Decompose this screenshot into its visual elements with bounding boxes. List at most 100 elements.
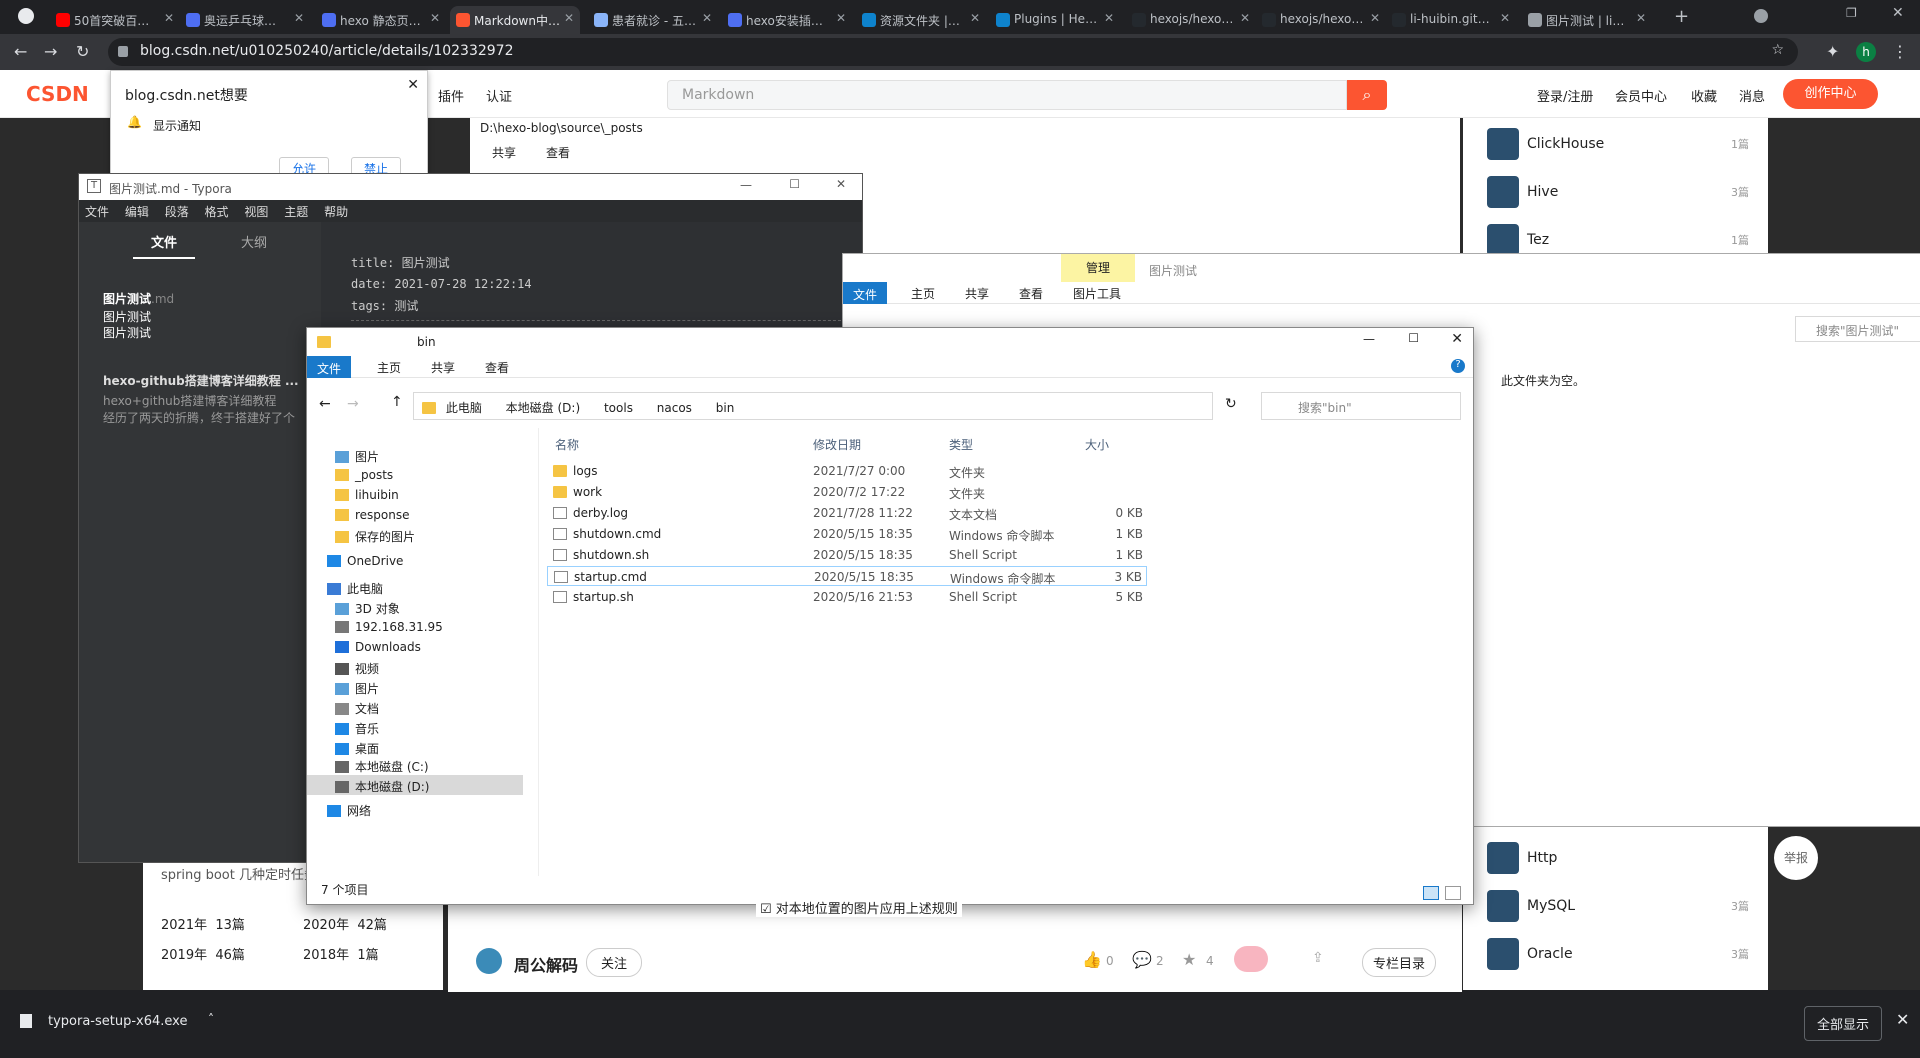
nav-item[interactable]: 音乐 — [335, 720, 379, 737]
breadcrumb-bin[interactable]: bin — [716, 401, 735, 415]
nav-item[interactable]: 图片 — [335, 680, 379, 697]
typora-menu-format[interactable]: 格式 — [205, 205, 229, 219]
typora-menu-help[interactable]: 帮助 — [324, 205, 348, 219]
tab-close-icon[interactable]: ✕ — [1104, 11, 1114, 25]
manage-tab[interactable]: 管理 — [1061, 254, 1135, 282]
tag-item[interactable]: Oracle 3篇 — [1487, 938, 1757, 970]
nav-item[interactable]: 此电脑 — [327, 580, 383, 597]
file-item[interactable]: 图片测试 — [103, 324, 151, 341]
file-row[interactable]: shutdown.cmd 2020/5/15 18:35 Windows 命令脚本 1… — [547, 524, 1147, 544]
author-name[interactable]: 周公解码 — [514, 952, 578, 976]
explorer-address-bar[interactable]: 此电脑 本地磁盘 (D:) tools nacos bin — [413, 392, 1213, 420]
browser-tab[interactable]: li-huibin.git… ✕ — [1386, 6, 1516, 34]
nav-back-icon[interactable]: ← — [319, 396, 331, 412]
column-type[interactable]: 类型 — [949, 436, 973, 453]
file-row[interactable]: work 2020/7/2 17:22 文件夹 — [547, 482, 1147, 502]
vip-link[interactable]: 会员中心 — [1615, 86, 1667, 105]
favorites-link[interactable]: 收藏 — [1691, 86, 1717, 105]
typora-menu-view[interactable]: 视图 — [244, 205, 268, 219]
explorer-tab-home[interactable]: 主页 — [377, 359, 401, 376]
tab-close-icon[interactable]: ✕ — [1240, 11, 1250, 25]
profile-avatar[interactable]: h — [1856, 42, 1876, 62]
browser-tab[interactable]: Markdown中… ✕ — [450, 6, 580, 34]
nav-item[interactable]: 保存的图片 — [335, 528, 415, 545]
column-name[interactable]: 名称 — [555, 436, 579, 453]
nav-certify[interactable]: 认证 — [486, 86, 512, 105]
refresh-icon[interactable]: ↻ — [1225, 396, 1237, 412]
archive-2020[interactable]: 2020年 42篇 — [303, 914, 387, 933]
explorer2-tab-picture-tools[interactable]: 图片工具 — [1073, 285, 1121, 302]
behind-tab-share[interactable]: 共享 — [492, 144, 516, 161]
typora-menu-edit[interactable]: 编辑 — [125, 205, 149, 219]
nav-item[interactable]: 本地磁盘 (D:) — [307, 775, 523, 795]
explorer2-tab-file[interactable]: 文件 — [843, 282, 888, 304]
close-download-bar-icon[interactable]: ✕ — [1896, 1010, 1909, 1029]
nav-item[interactable]: _posts — [335, 468, 393, 482]
explorer2-tab-home[interactable]: 主页 — [911, 285, 935, 302]
tab-close-icon[interactable]: ✕ — [970, 11, 980, 25]
reload-icon[interactable]: ↻ — [76, 42, 89, 61]
tab-close-icon[interactable]: ✕ — [430, 11, 440, 25]
catalog-button[interactable]: 专栏目录 — [1362, 948, 1437, 977]
large-icons-view-icon[interactable] — [1445, 886, 1461, 900]
column-size[interactable]: 大小 — [1085, 436, 1109, 453]
typora-menu-file[interactable]: 文件 — [85, 205, 109, 219]
close-window-icon[interactable]: ✕ — [1892, 5, 1904, 21]
breadcrumb-nacos[interactable]: nacos — [657, 401, 692, 415]
explorer-close-icon[interactable]: ✕ — [1451, 331, 1463, 347]
browser-tab[interactable]: hexojs/hexo… ✕ — [1256, 6, 1386, 34]
explorer-maximize-icon[interactable]: ☐ — [1408, 331, 1419, 345]
browser-tab[interactable]: hexo 静态页… ✕ — [316, 6, 446, 34]
browser-tab[interactable]: 50首突破百… ✕ — [50, 6, 180, 34]
tab-close-icon[interactable]: ✕ — [164, 11, 174, 25]
nav-item[interactable]: 192.168.31.95 — [335, 620, 443, 634]
browser-tab[interactable]: 图片测试 | li… ✕ — [1522, 6, 1652, 34]
back-icon[interactable]: ← — [14, 42, 27, 61]
nav-up-icon[interactable]: ↑ — [391, 394, 403, 410]
share-icon[interactable]: ⇪ — [1312, 950, 1324, 966]
csdn-logo[interactable]: CSDN — [26, 82, 89, 106]
typora-minimize-icon[interactable]: — — [740, 178, 752, 192]
star-icon[interactable]: ★ — [1182, 950, 1196, 969]
reward-icon[interactable] — [1234, 946, 1268, 972]
tag-item[interactable]: Hive 3篇 — [1487, 176, 1757, 208]
like-icon[interactable]: 👍 — [1082, 950, 1102, 969]
browser-tab[interactable]: 奥运乒乓球… ✕ — [180, 6, 310, 34]
nav-item[interactable]: 文档 — [335, 700, 379, 717]
nav-item[interactable]: Downloads — [335, 640, 421, 654]
browser-tab[interactable]: Plugins | He… ✕ — [990, 6, 1120, 34]
tag-item[interactable]: Http — [1487, 842, 1757, 874]
nav-item[interactable]: response — [335, 508, 410, 522]
nav-item[interactable]: 桌面 — [335, 740, 379, 757]
tab-search-icon[interactable] — [1754, 9, 1768, 23]
follow-button[interactable]: 关注 — [586, 948, 643, 977]
help-icon[interactable]: ? — [1451, 359, 1465, 373]
nav-item[interactable]: 视频 — [335, 660, 379, 677]
typora-menu-paragraph[interactable]: 段落 — [165, 205, 189, 219]
tab-close-icon[interactable]: ✕ — [1636, 11, 1646, 25]
tab-close-icon[interactable]: ✕ — [564, 11, 574, 25]
nav-forward-icon[interactable]: → — [347, 396, 359, 412]
download-chevron-icon[interactable]: ˄ — [208, 1012, 214, 1026]
nav-item[interactable]: 图片 — [335, 448, 379, 465]
tag-item[interactable]: ClickHouse 1篇 — [1487, 128, 1757, 160]
sidebar-tab-outline[interactable]: 大纲 — [241, 232, 267, 251]
tag-item[interactable]: MySQL 3篇 — [1487, 890, 1757, 922]
file-row[interactable]: startup.cmd 2020/5/15 18:35 Windows 命令脚本 3 … — [547, 566, 1147, 586]
nav-item[interactable]: 网络 — [327, 802, 371, 819]
explorer-tab-view[interactable]: 查看 — [485, 359, 509, 376]
restore-window-icon[interactable]: ❐ — [1846, 6, 1857, 20]
comment-icon[interactable]: 💬 — [1132, 950, 1152, 969]
column-date[interactable]: 修改日期 — [813, 436, 861, 453]
messages-link[interactable]: 消息 — [1739, 86, 1765, 105]
explorer2-tab-share[interactable]: 共享 — [965, 285, 989, 302]
tab-close-icon[interactable]: ✕ — [1500, 11, 1510, 25]
image-rule-checkbox[interactable]: ☑ 对本地位置的图片应用上述规则 — [756, 898, 962, 917]
breadcrumb-drive-d[interactable]: 本地磁盘 (D:) — [506, 401, 580, 415]
typora-menu-theme[interactable]: 主题 — [284, 205, 308, 219]
extensions-icon[interactable]: ✦ — [1826, 42, 1839, 61]
download-file-name[interactable]: typora-setup-x64.exe — [48, 1014, 187, 1029]
tab-close-icon[interactable]: ✕ — [702, 11, 712, 25]
forward-icon[interactable]: → — [44, 42, 57, 61]
explorer-tab-share[interactable]: 共享 — [431, 359, 455, 376]
